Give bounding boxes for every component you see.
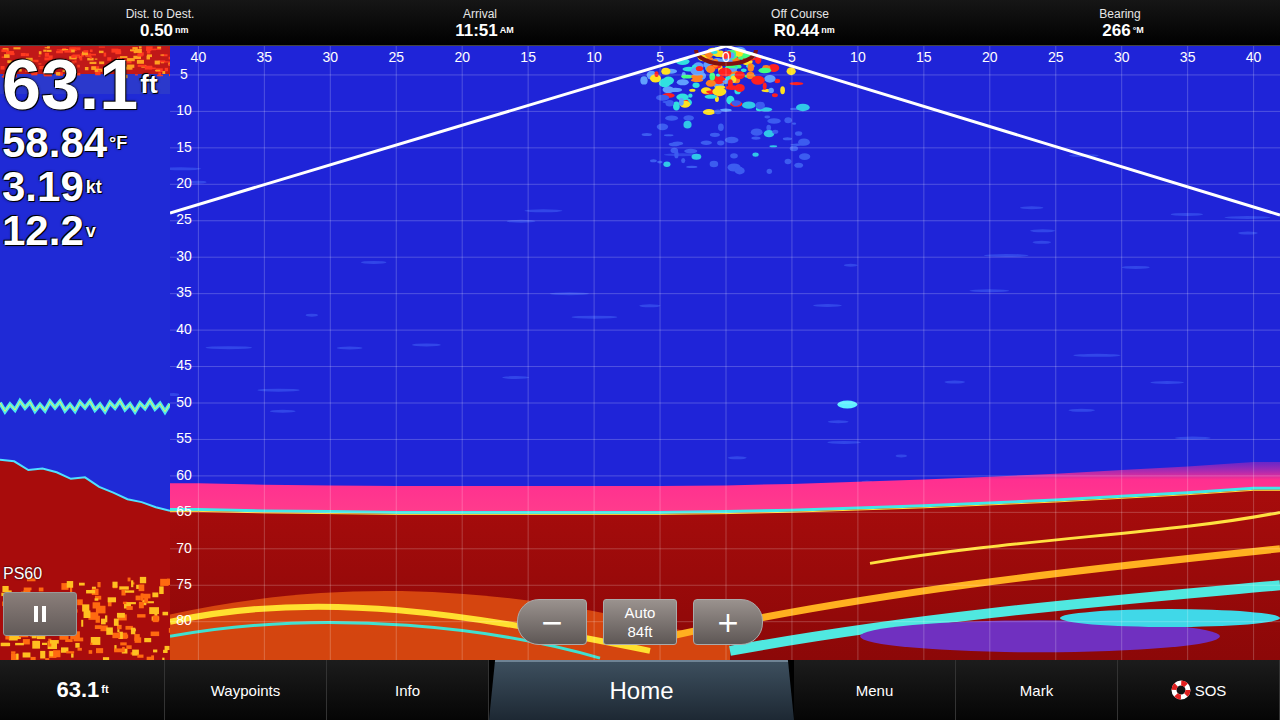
depth-label: 70	[176, 540, 192, 556]
range-label: 20	[454, 49, 470, 65]
depth-label: 15	[176, 139, 192, 155]
data-field[interactable]: Dist. to Dest.0.50nm	[0, 0, 320, 45]
depth-label: 5	[180, 66, 188, 82]
depth-label: 20	[176, 175, 192, 191]
data-field-unit: °M	[1133, 26, 1138, 34]
bar-button-label: Home	[609, 677, 673, 705]
bar-button-label: SOS	[1195, 682, 1227, 699]
data-field[interactable]: Bearing266°M	[960, 0, 1280, 45]
fish-target	[837, 400, 857, 408]
range-label: 35	[257, 49, 273, 65]
zoom-range: 84ft	[627, 622, 652, 641]
data-bar: Dist. to Dest.0.50nmArrival11:51AMOff Co…	[0, 0, 1280, 46]
depth-label: 50	[176, 394, 192, 410]
range-label: 15	[520, 49, 536, 65]
range-label: 10	[850, 49, 866, 65]
depth-label: 80	[176, 612, 192, 628]
beam-cone	[170, 46, 1280, 215]
depth-label: 25	[176, 211, 192, 227]
depth-value: 63.1ft	[57, 679, 108, 701]
reading-unit: °F	[109, 135, 119, 151]
data-field-value: 11:51AM	[455, 22, 505, 39]
range-label: 20	[982, 49, 998, 65]
depth-label: 40	[176, 321, 192, 337]
reading-unit: ft	[140, 73, 154, 96]
pause-icon	[32, 605, 48, 623]
sonar-chart: 4035302520151050510152025303540510152025…	[170, 46, 1280, 660]
bar-button[interactable]: Menu	[794, 660, 956, 720]
livescope-panel[interactable]: 4035302520151050510152025303540510152025…	[170, 46, 1280, 660]
data-field-label: Arrival	[463, 7, 497, 21]
depth-label: 45	[176, 357, 192, 373]
data-field-value: 0.50nm	[140, 22, 180, 39]
history-bottom	[0, 460, 170, 660]
bar-button[interactable]: Info	[327, 660, 489, 720]
range-label: 25	[1048, 49, 1064, 65]
reading-unit: kt	[86, 179, 96, 195]
range-label: 10	[586, 49, 602, 65]
range-label: 30	[323, 49, 339, 65]
data-field-label: Off Course	[771, 7, 829, 21]
bottom	[170, 488, 1280, 660]
range-label: 40	[1246, 49, 1262, 65]
depth-label: 75	[176, 576, 192, 592]
depth-label: 60	[176, 467, 192, 483]
depth-label: 30	[176, 248, 192, 264]
bar-button-label: Info	[395, 682, 420, 699]
zoom-control: −Auto84ft+	[517, 599, 763, 645]
data-field-unit: nm	[821, 26, 826, 34]
depth-label: 55	[176, 430, 192, 446]
reading: 58.84°F	[2, 122, 155, 164]
data-field-unit: AM	[500, 26, 505, 34]
pause-button[interactable]	[3, 592, 77, 636]
reading: 12.2v	[2, 210, 155, 252]
data-field[interactable]: Off CourseR0.44nm	[640, 0, 960, 45]
fish-band	[0, 401, 170, 412]
reading: 3.19kt	[2, 166, 155, 208]
home-tab[interactable]: Home	[489, 660, 794, 720]
data-field-unit: nm	[175, 26, 180, 34]
depth-label: 10	[176, 102, 192, 118]
data-field-value: 266°M	[1102, 22, 1137, 39]
zoom-mode: Auto	[625, 603, 656, 622]
range-label: 0	[722, 49, 730, 65]
zoom-in-button[interactable]: +	[693, 599, 763, 645]
range-label: 5	[788, 49, 796, 65]
history-panel: 63.1ft58.84°F3.19kt12.2v PS60	[0, 46, 170, 660]
lifebuoy-icon	[1171, 680, 1191, 700]
data-field-label: Dist. to Dest.	[126, 7, 195, 21]
data-field[interactable]: Arrival11:51AM	[320, 0, 640, 45]
range-label: 25	[388, 49, 404, 65]
range-label: 40	[191, 49, 207, 65]
water-column	[170, 46, 1280, 660]
bar-button-label: Waypoints	[211, 682, 280, 699]
zoom-mode-button[interactable]: Auto84ft	[603, 599, 677, 645]
depth-label: 65	[176, 503, 192, 519]
range-label: 35	[1180, 49, 1196, 65]
data-field-value: R0.44nm	[774, 22, 826, 39]
range-label: 30	[1114, 49, 1130, 65]
range-label: 5	[656, 49, 664, 65]
depth-readout[interactable]: 63.1ft	[0, 660, 165, 720]
data-field-label: Bearing	[1099, 7, 1140, 21]
sos-button[interactable]: SOS	[1118, 660, 1280, 720]
sonar-screen: Dist. to Dest.0.50nmArrival11:51AMOff Co…	[0, 0, 1280, 720]
sonar-area: 63.1ft58.84°F3.19kt12.2v PS60 40 35 30 25 20 15…	[0, 46, 1280, 660]
bar-button[interactable]: Mark	[956, 660, 1118, 720]
zoom-out-button[interactable]: −	[517, 599, 587, 645]
bar-button-label: Mark	[1020, 682, 1053, 699]
depth-unit: ft	[101, 685, 107, 695]
readings: 63.1ft58.84°F3.19kt12.2v	[2, 50, 155, 254]
depth-label: 35	[176, 284, 192, 300]
bar-button-label: Menu	[856, 682, 894, 699]
reading: 63.1ft	[2, 50, 155, 120]
range-label: 15	[916, 49, 932, 65]
bar-button[interactable]: Waypoints	[165, 660, 327, 720]
bottom-bar: 63.1ft Waypoints Info Home Menu Mark SOS	[0, 660, 1280, 720]
sonar-mode: PS60	[3, 565, 42, 583]
reading-unit: v	[86, 223, 96, 239]
bottom-line	[170, 488, 1280, 512]
